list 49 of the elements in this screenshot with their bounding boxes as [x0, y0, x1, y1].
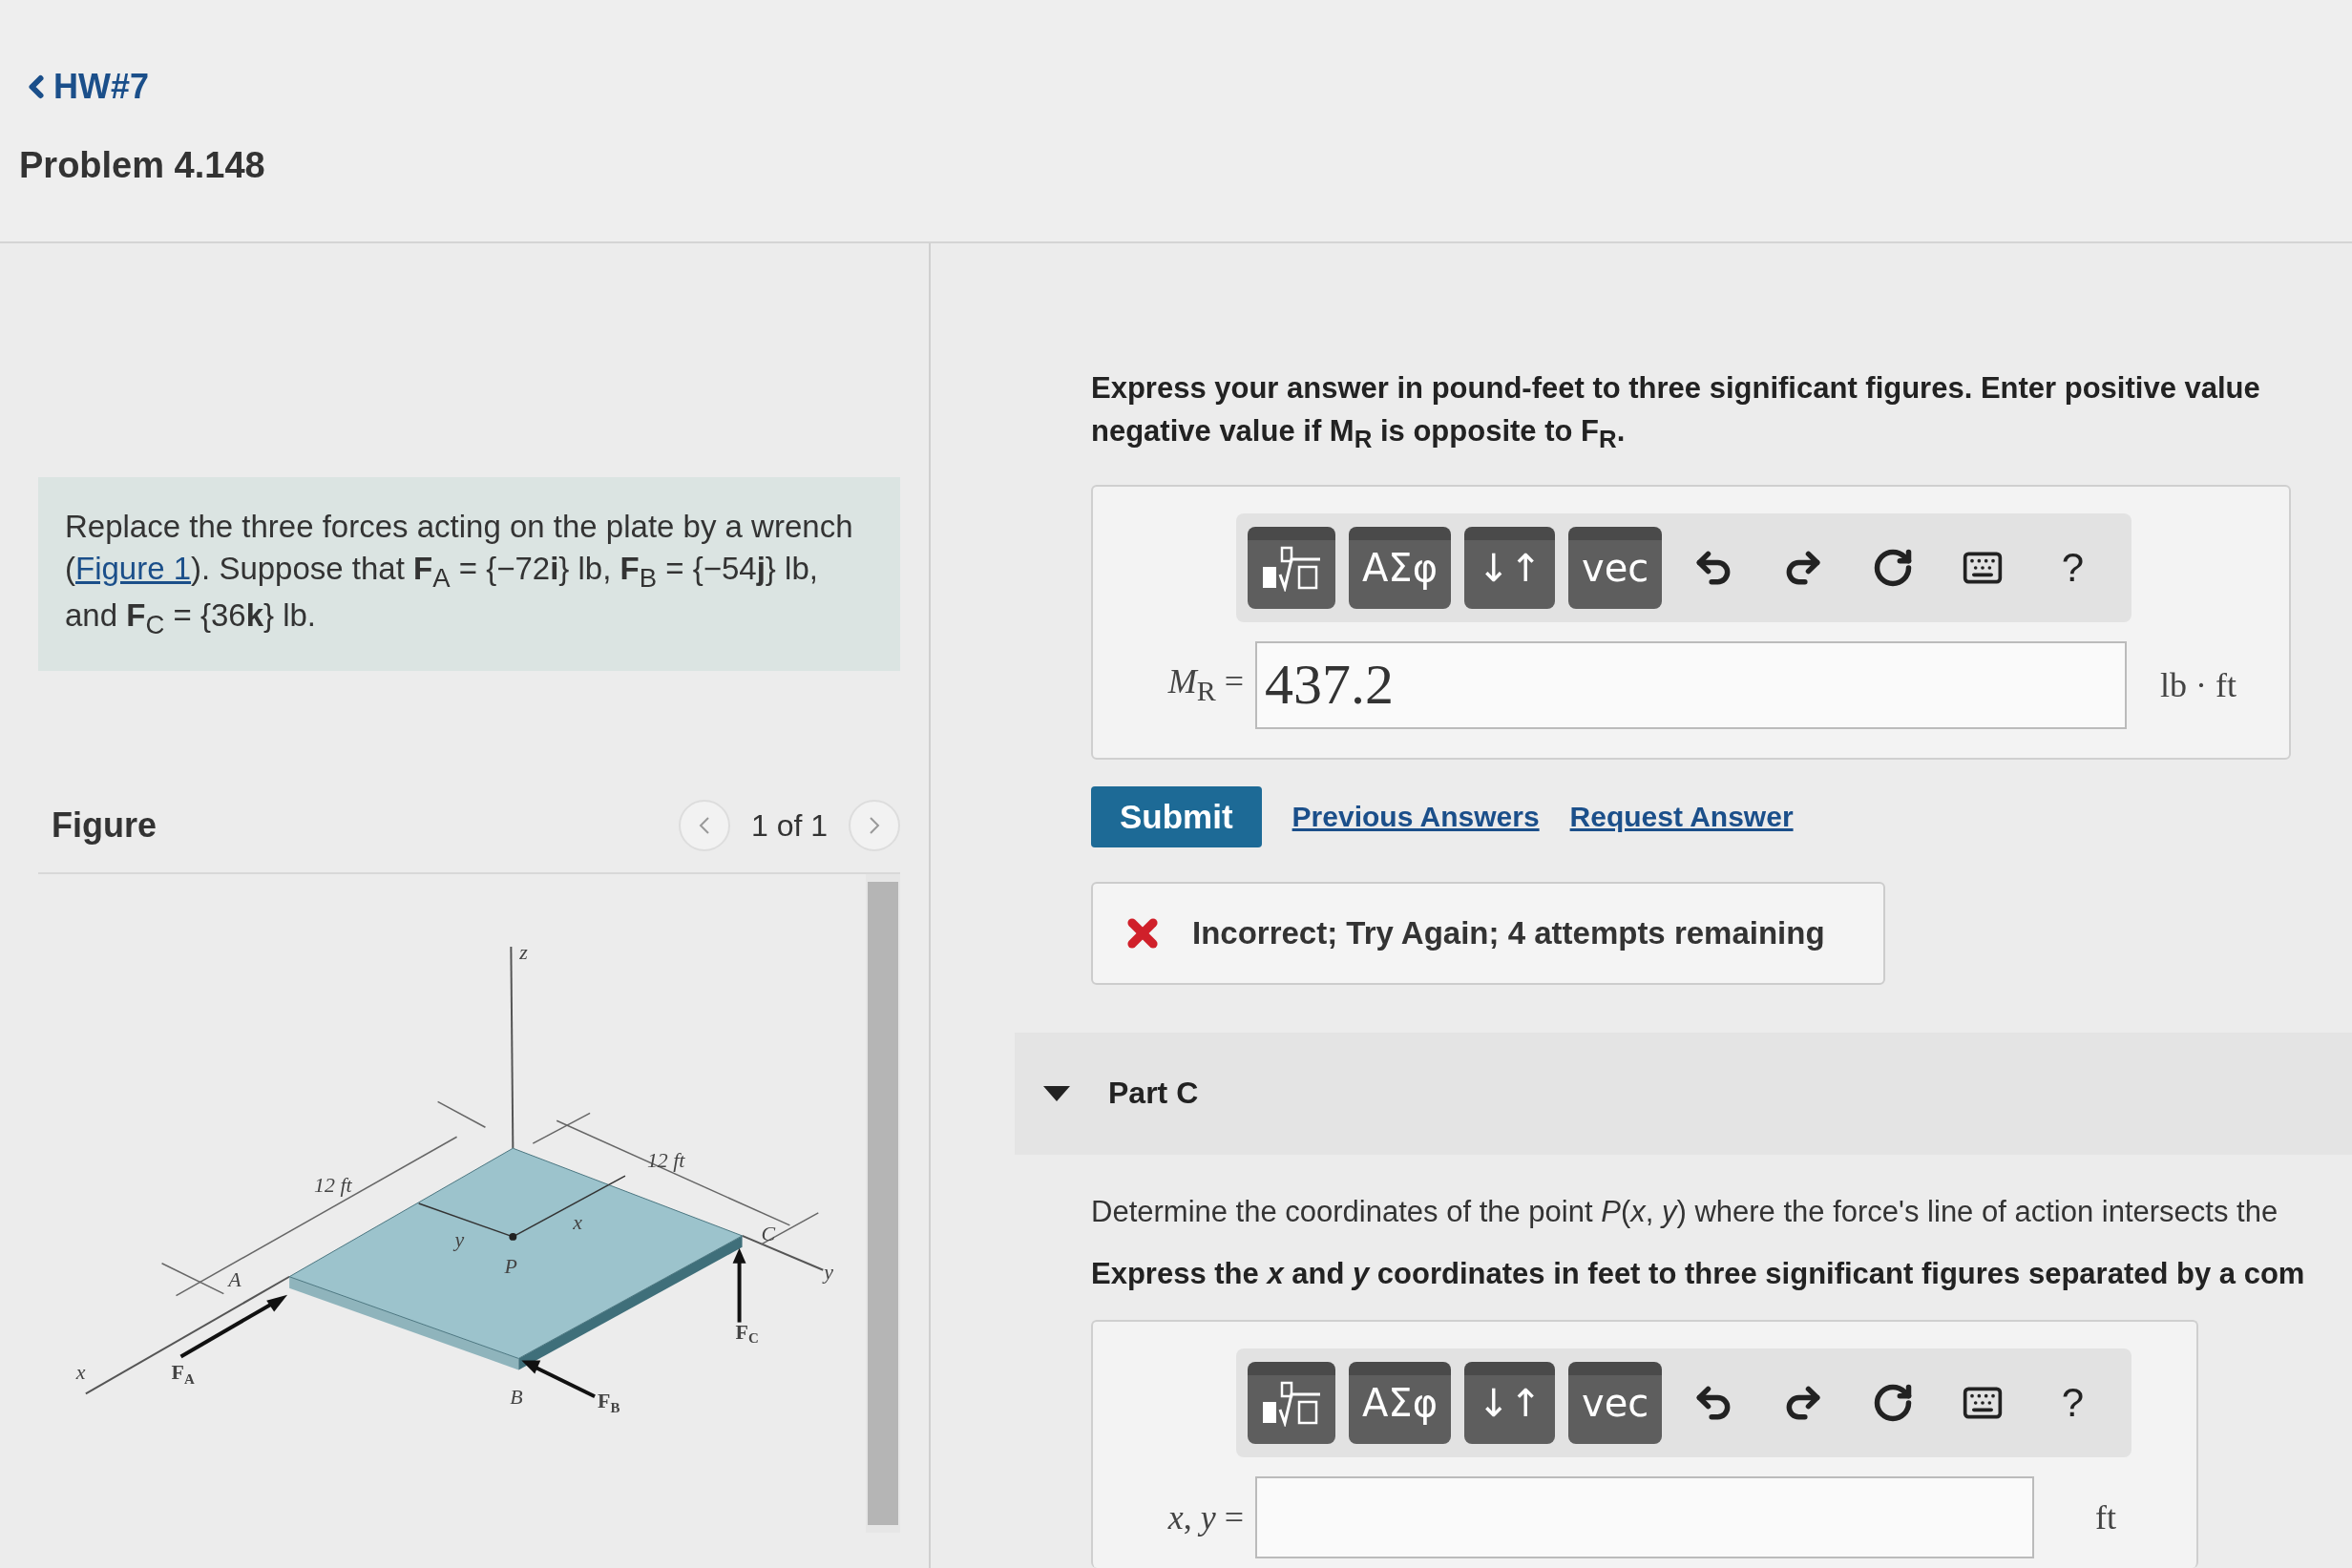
instruction-text: negative value if M$_{R}$ is opposite to F$_{R}$. [1091, 412, 1627, 455]
diagram-label: 12 ft [646, 1148, 685, 1173]
answer-link[interactable]: Previous Answers [1292, 800, 1540, 833]
diagram-label: x [75, 1360, 86, 1385]
figure-link[interactable]: Figure 1 [75, 550, 192, 586]
answer-link[interactable]: Request Answer [1569, 800, 1794, 833]
diagram-label: 12 ft [314, 1173, 352, 1198]
symbol-button[interactable]: vec [1568, 526, 1663, 609]
instruction-text: Express your answer in pound-feet to three significant figures. Enter positive value [1091, 370, 2261, 407]
diagram-label: A [228, 1267, 242, 1292]
symbol-button[interactable]: ΑΣφ [1349, 1362, 1452, 1444]
diagram-label: x [573, 1210, 582, 1235]
unit-label: lb · ft [2159, 664, 2237, 705]
answer-field[interactable]: 437.2 [1255, 640, 2127, 729]
back-link[interactable]: HW#7 [19, 67, 150, 107]
instruction-text: Express the x and y coordinates in feet to three significant figures separated by a com [1091, 1255, 2306, 1292]
diagram-label: y [824, 1260, 833, 1285]
diagram-label: B [510, 1385, 523, 1410]
templates-button[interactable] [1248, 1362, 1335, 1444]
diagram-label: F$_{B}$ [598, 1389, 620, 1416]
chevron-left-icon [698, 816, 710, 836]
symbol-button[interactable]: ↓↑ [1464, 526, 1556, 609]
problem-title: Problem 4.148 [19, 145, 266, 186]
part-header[interactable]: Part C [1015, 1032, 2352, 1156]
answer-field[interactable] [1255, 1476, 2034, 1558]
feedback-text: Incorrect; Try Again; 4 attempts remaining [1192, 914, 1825, 951]
symbol-button[interactable]: ↓↑ [1464, 1362, 1556, 1444]
chevron-right-icon [869, 816, 880, 836]
diagram-label: y [454, 1227, 465, 1252]
symbol-button[interactable]: ΑΣφ [1349, 526, 1452, 609]
scrollbar[interactable] [866, 874, 900, 1534]
submit-button[interactable]: Submit [1091, 785, 1262, 847]
problem-statement: Replace the three forces acting on the plate by a wrench (Figure 1). Suppose that F$_{A}$ = {−72i} lb, F$_{B}$ = {−54j} lb, and F$_{C}$ = {36k} lb. [38, 477, 900, 672]
diagram-label: C [761, 1222, 776, 1246]
diagram-label: F$_{C}$ [735, 1319, 759, 1347]
answer-label: x, y = [1166, 1497, 1245, 1537]
templates-button[interactable] [1248, 526, 1335, 609]
diagram-label: F$_{A}$ [171, 1360, 195, 1388]
help-button[interactable]: ? [2034, 529, 2111, 606]
symbol-button[interactable]: vec [1568, 1362, 1663, 1444]
page-count: 1 of 1 [750, 807, 828, 844]
figure-title: Figure [52, 805, 158, 847]
question-text: Determine the coordinates of the point P(x, y) where the force's line of action intersects the [1091, 1194, 2279, 1231]
diagram-label: z [519, 940, 528, 965]
templates-icon [1261, 1379, 1322, 1427]
unit-label: ft [2094, 1497, 2117, 1537]
help-button[interactable]: ? [2034, 1365, 2111, 1441]
answer-label: M$_{R}$ = [1166, 661, 1245, 708]
diagram-label: P [504, 1254, 517, 1279]
